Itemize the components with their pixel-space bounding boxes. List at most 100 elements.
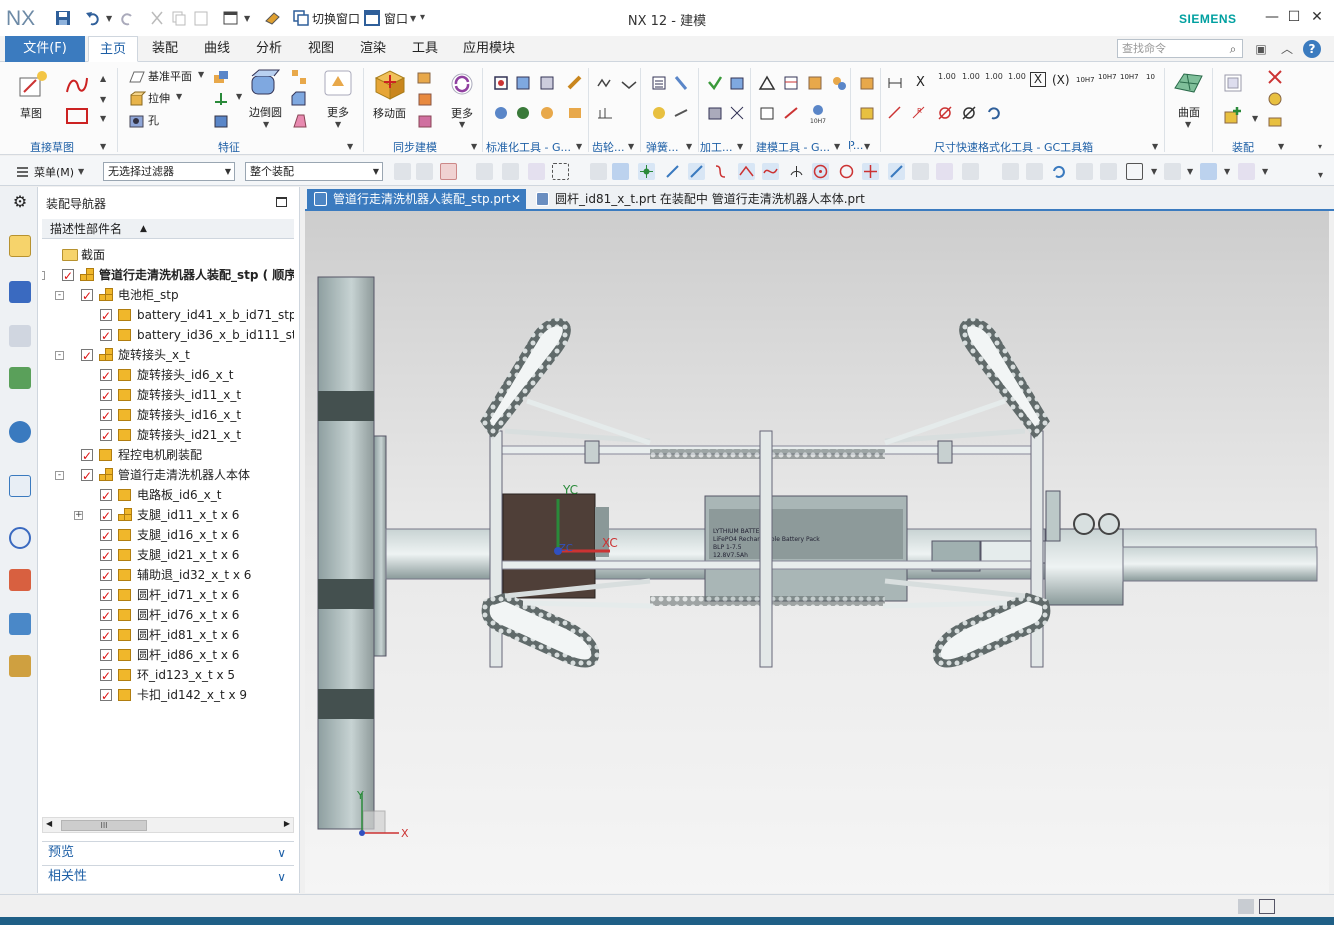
snap-grid-icon[interactable] [962,163,979,180]
move-face-label[interactable]: 移动面 [373,105,406,121]
dim-format-3-button[interactable]: 1.00 [985,73,1003,81]
status-icon-1[interactable] [1238,899,1254,914]
edit-object-dropdown-icon[interactable]: ▼ [1262,167,1268,176]
gc-tool-6-icon[interactable] [514,104,532,122]
rotate-icon[interactable] [1050,163,1067,180]
render-style-icon[interactable] [1164,163,1181,180]
document-tab-active[interactable]: 管道行走清洗机器人装配_stp.prt ✕ [307,189,526,211]
tree-node-row[interactable]: - 管道行走清洗机器人本体 [42,465,294,485]
roles-icon[interactable] [9,569,31,591]
extrude-dropdown-icon[interactable]: ▼ [176,92,182,101]
visibility-checkbox[interactable] [100,406,112,425]
clock-icon[interactable] [9,527,31,549]
tab-assembly[interactable]: 装配 [142,36,188,62]
view-orient-icon[interactable] [1100,163,1117,180]
dim-tool-3-icon[interactable]: R [910,104,928,122]
visibility-checkbox[interactable] [100,586,112,605]
visibility-checkbox[interactable] [100,646,112,665]
offset-region-icon[interactable] [416,112,434,130]
visibility-checkbox[interactable] [100,426,112,445]
visibility-checkbox[interactable] [100,506,112,525]
assembly-4-icon[interactable] [1266,112,1284,130]
gear-2-icon[interactable] [620,74,638,92]
group-direct-sketch-dropdown-icon[interactable]: ▼ [100,142,106,151]
tab-view[interactable]: 视图 [298,36,344,62]
profile-dropdown-icon[interactable]: ▼ [100,95,106,104]
maximize-icon[interactable]: ☐ [1285,8,1303,26]
tree-node-row[interactable]: 圆杆_id86_x_t x 6 [42,645,294,665]
snap-on-curve-icon[interactable] [888,163,905,180]
window-icon[interactable] [363,9,381,27]
menu-button[interactable]: 菜单(M) [34,164,74,180]
edge-blend-dropdown-icon[interactable]: ▼ [263,120,269,129]
datum-plane-icon[interactable] [128,68,146,86]
machining-3-icon[interactable] [706,104,724,122]
tree-node-row[interactable]: 支腿_id21_x_t x 6 [42,545,294,565]
close-icon[interactable]: ✕ [1308,8,1326,26]
more-sync-icon[interactable] [448,70,476,98]
search-icon[interactable]: ⌕ [1224,40,1242,58]
hole-icon[interactable] [128,112,146,130]
history-icon[interactable] [9,475,31,497]
edge-blend-icon[interactable] [249,68,281,98]
extrude-icon[interactable] [128,90,146,108]
tree-folder-row[interactable]: 截面 [42,245,294,265]
copy-icon[interactable] [170,9,188,27]
document-tab[interactable]: 圆杆_id81_x_t.prt 在装配中 管道行走清洗机器人本体.prt [529,189,869,211]
visibility-checkbox[interactable] [100,546,112,565]
dim-box-x-icon[interactable]: X [1030,72,1046,87]
tab-application[interactable]: 应用模块 [456,36,522,62]
layer-icon[interactable] [1126,163,1143,180]
visibility-checkbox[interactable] [100,626,112,645]
settings-gear-icon[interactable]: ⚙ [9,191,31,213]
visibility-checkbox[interactable] [100,366,112,385]
switch-window-icon[interactable] [292,9,310,27]
tab-tools[interactable]: 工具 [402,36,448,62]
snap-arc-icon[interactable] [762,163,779,180]
datum-csys-icon[interactable] [212,90,230,108]
window-style-dropdown-icon[interactable]: ▼ [244,14,250,23]
select-tool-2-icon[interactable] [416,163,433,180]
datum-dropdown-icon[interactable]: ▼ [236,92,242,101]
help-icon[interactable]: ? [1303,40,1321,58]
group-assembly-dropdown-icon[interactable]: ▼ [1278,142,1284,151]
cut-icon[interactable] [148,9,166,27]
manufacturing-wizard-icon[interactable] [9,655,31,677]
shell-icon[interactable] [212,112,230,130]
rectangle-dropdown-icon[interactable]: ▼ [100,114,106,123]
group-modeling-dropdown-icon[interactable]: ▼ [834,142,840,151]
group-machining-dropdown-icon[interactable]: ▼ [737,142,743,151]
snap-intersect-icon[interactable] [738,163,755,180]
modeling-tool-7-icon[interactable]: 10H7 [806,102,830,124]
p-tool-2-icon[interactable] [858,104,876,122]
tree-node-row[interactable]: battery_id36_x_b_id111_stp [42,325,294,345]
datum-plane-label[interactable]: 基准平面 [148,68,192,84]
menu-icon[interactable] [14,163,31,180]
scroll-thumb[interactable]: III [61,820,147,831]
modeling-tool-5-icon[interactable] [758,104,776,122]
assembly-3-icon[interactable] [1266,90,1284,108]
selection-filter-select[interactable]: 无选择过滤器 ▼ [103,162,235,181]
tree-node-row[interactable]: - 旋转接头_x_t [42,345,294,365]
profile-icon[interactable] [64,74,90,96]
chamfer-icon[interactable] [290,90,308,108]
snap-circle-icon[interactable] [838,163,855,180]
dim-paren-x-icon[interactable]: (X) [1052,73,1070,87]
more-feature-icon[interactable] [322,68,354,98]
ribbon-options-icon[interactable]: ▾ [1318,142,1322,151]
visibility-checkbox[interactable] [81,346,93,365]
maximize-panel-icon[interactable] [276,197,287,207]
tree-node-row[interactable]: + 支腿_id11_x_t x 6 [42,505,294,525]
modeling-tool-6-icon[interactable] [782,104,800,122]
redo-icon[interactable] [118,9,136,27]
snap-mid-icon[interactable] [688,163,705,180]
visibility-checkbox[interactable] [81,446,93,465]
spring-2-icon[interactable] [672,74,690,92]
more-sync-dropdown-icon[interactable]: ▼ [459,120,465,129]
zoom-icon[interactable] [1026,163,1043,180]
visibility-checkbox[interactable] [62,266,74,285]
pattern-icon[interactable] [290,68,308,86]
snap-point-icon[interactable] [638,163,655,180]
gc-tool-4-icon[interactable] [566,74,584,92]
group-sync-dropdown-icon[interactable]: ▼ [471,142,477,151]
